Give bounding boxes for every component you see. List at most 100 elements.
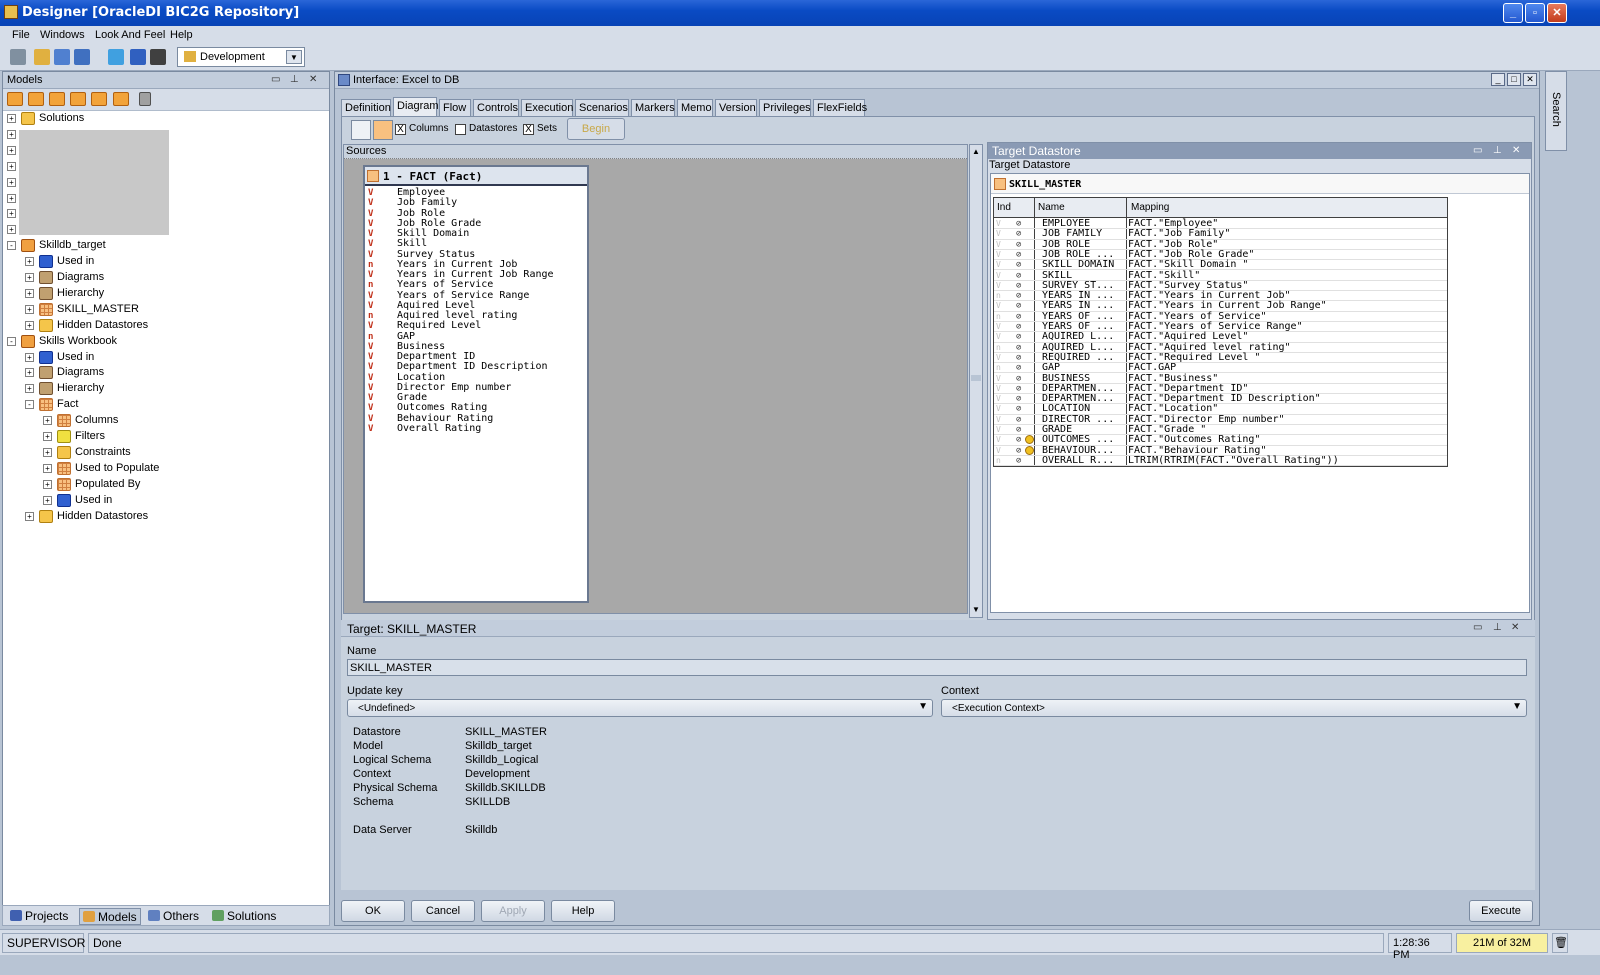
- execution-location-icon[interactable]: ⊘: [1016, 446, 1021, 456]
- execute-button[interactable]: Execute: [1469, 900, 1533, 922]
- tree-node[interactable]: + Hidden Datastores: [3, 318, 323, 334]
- close-icon[interactable]: ✕: [1523, 73, 1537, 86]
- close-icon[interactable]: ✕: [1512, 145, 1520, 156]
- search-icon[interactable]: [74, 49, 90, 65]
- mapping-row[interactable]: n ⊘ OVERALL R... LTRIM(RTRIM(FACT."Overall …: [994, 455, 1447, 467]
- expand-icon[interactable]: +: [7, 209, 16, 219]
- tree-node[interactable]: + Columns: [3, 413, 323, 429]
- close-icon[interactable]: ✕: [309, 74, 317, 85]
- pin-icon[interactable]: ⊥: [1493, 145, 1502, 156]
- expand-icon[interactable]: +: [7, 161, 16, 171]
- tree-node[interactable]: - Skilldb_target: [3, 238, 323, 254]
- trash-icon[interactable]: [139, 92, 151, 106]
- cancel-button[interactable]: Cancel: [411, 900, 475, 922]
- tree-node[interactable]: + Used in: [3, 254, 323, 270]
- menu-help[interactable]: Help: [170, 29, 193, 41]
- tree-node[interactable]: - Fact: [3, 397, 323, 413]
- tab-others[interactable]: Others: [145, 908, 202, 925]
- tree-node[interactable]: + Hidden Datastores: [3, 509, 323, 525]
- tab-version[interactable]: Version: [715, 99, 757, 116]
- source-column-row[interactable]: V Required Level: [365, 321, 587, 332]
- insert-sub-model-icon[interactable]: [70, 92, 86, 106]
- garbage-collect-icon[interactable]: 🗑: [1552, 933, 1568, 953]
- expand-icon[interactable]: +: [7, 114, 16, 123]
- expand-icon[interactable]: +: [43, 432, 52, 441]
- tree-node[interactable]: + SKILL_MASTER: [3, 302, 323, 318]
- insert-datastore-icon[interactable]: [49, 92, 65, 106]
- refresh-icon[interactable]: [108, 49, 124, 65]
- execution-location-icon[interactable]: ⊘: [1016, 363, 1021, 373]
- sources-scrollbar[interactable]: ▲ ▼: [969, 144, 983, 618]
- expand-icon[interactable]: +: [7, 177, 16, 187]
- tree-node[interactable]: + Diagrams: [3, 365, 323, 381]
- tab-controls[interactable]: Controls: [473, 99, 519, 116]
- datastores-checkbox[interactable]: [455, 124, 466, 135]
- insert-model-icon[interactable]: [28, 92, 44, 106]
- tab-models[interactable]: Models: [79, 908, 141, 925]
- mapping-row[interactable]: V ⊘ DEPARTMEN... FACT."Department ID Descri…: [994, 394, 1447, 405]
- name-field[interactable]: SKILL_MASTER: [347, 659, 1527, 676]
- ok-button[interactable]: OK: [341, 900, 405, 922]
- designer-icon[interactable]: [54, 49, 70, 65]
- tree-node[interactable]: + Solutions: [3, 111, 323, 127]
- execution-location-icon[interactable]: ⊘: [1016, 394, 1021, 404]
- import-icon[interactable]: [113, 92, 129, 106]
- execution-location-icon[interactable]: ⊘: [1016, 219, 1021, 229]
- tab-scenarios[interactable]: Scenarios: [575, 99, 629, 116]
- tree-node[interactable]: + Hierarchy: [3, 286, 323, 302]
- tree-node[interactable]: + Hierarchy: [3, 381, 323, 397]
- expand-icon[interactable]: +: [43, 447, 52, 457]
- tab-projects[interactable]: Projects: [7, 908, 71, 925]
- help-button[interactable]: Help: [551, 900, 615, 922]
- tab-definition[interactable]: Definition: [341, 99, 391, 116]
- context-select[interactable]: <Execution Context> ▼: [941, 699, 1527, 717]
- expand-icon[interactable]: +: [7, 145, 16, 155]
- help-icon[interactable]: [130, 49, 146, 65]
- expand-icon[interactable]: +: [25, 384, 34, 394]
- tab-privileges[interactable]: Privileges: [759, 99, 811, 116]
- execution-location-icon[interactable]: ⊘: [1016, 229, 1021, 239]
- context-combo[interactable]: Development ▼: [177, 47, 305, 67]
- target-datastore-header[interactable]: SKILL_MASTER: [991, 174, 1529, 194]
- expand-icon[interactable]: +: [25, 352, 34, 362]
- maximize-button[interactable]: ▫: [1525, 3, 1545, 23]
- menu-windows[interactable]: Windows: [40, 29, 85, 41]
- execution-location-icon[interactable]: ⊘: [1016, 425, 1021, 435]
- execution-location-icon[interactable]: ⊘: [1016, 332, 1021, 342]
- binoculars-icon[interactable]: [150, 49, 166, 65]
- mapping-row[interactable]: V ⊘ REQUIRED ... FACT."Required Level ": [994, 352, 1447, 364]
- tab-markers[interactable]: Markers: [631, 99, 675, 116]
- source-column-row[interactable]: V Job Family: [365, 198, 587, 209]
- search-side-tab[interactable]: Search: [1545, 71, 1567, 151]
- tab-memo[interactable]: Memo: [677, 99, 713, 116]
- mapping-row[interactable]: V ⊘ SKILL DOMAIN FACT."Skill Domain ": [994, 260, 1447, 271]
- execution-location-icon[interactable]: ⊘: [1016, 322, 1021, 332]
- source-datastore-box[interactable]: 1 - FACT (Fact) V Employee V Job Family V Job…: [363, 165, 589, 603]
- menu-look-and-feel[interactable]: Look And Feel: [95, 29, 165, 41]
- source-column-row[interactable]: V Outcomes Rating: [365, 403, 587, 414]
- expand-icon[interactable]: +: [7, 193, 16, 203]
- expand-icon[interactable]: +: [43, 495, 52, 505]
- execution-location-icon[interactable]: ⊘: [1016, 301, 1021, 311]
- pin-icon[interactable]: ⊥: [1493, 622, 1502, 633]
- apply-button[interactable]: Apply: [481, 900, 545, 922]
- tab-solutions[interactable]: Solutions: [209, 908, 279, 925]
- back-icon[interactable]: [10, 49, 26, 65]
- expand-icon[interactable]: +: [25, 511, 34, 521]
- source-datastore-header[interactable]: 1 - FACT (Fact): [365, 167, 587, 186]
- close-icon[interactable]: ✕: [1511, 622, 1519, 633]
- execution-location-icon[interactable]: ⊘: [1016, 260, 1021, 270]
- source-column-row[interactable]: n Years of Service: [365, 280, 587, 291]
- expand-icon[interactable]: +: [25, 368, 34, 378]
- maximize-icon[interactable]: □: [1507, 73, 1521, 86]
- restore-icon[interactable]: ▭: [271, 74, 280, 85]
- execution-location-icon[interactable]: ⊘: [1016, 343, 1021, 353]
- execution-location-icon[interactable]: ⊘: [1016, 353, 1021, 363]
- reverse-icon[interactable]: [91, 92, 107, 106]
- tree-node[interactable]: + Used in: [3, 493, 323, 509]
- update-key-select[interactable]: <Undefined> ▼: [347, 699, 933, 717]
- source-column-row[interactable]: V Skill: [365, 239, 587, 250]
- tree-node[interactable]: + Filters: [3, 429, 323, 445]
- tree-node[interactable]: + Used in: [3, 350, 323, 366]
- expand-icon[interactable]: +: [43, 479, 52, 489]
